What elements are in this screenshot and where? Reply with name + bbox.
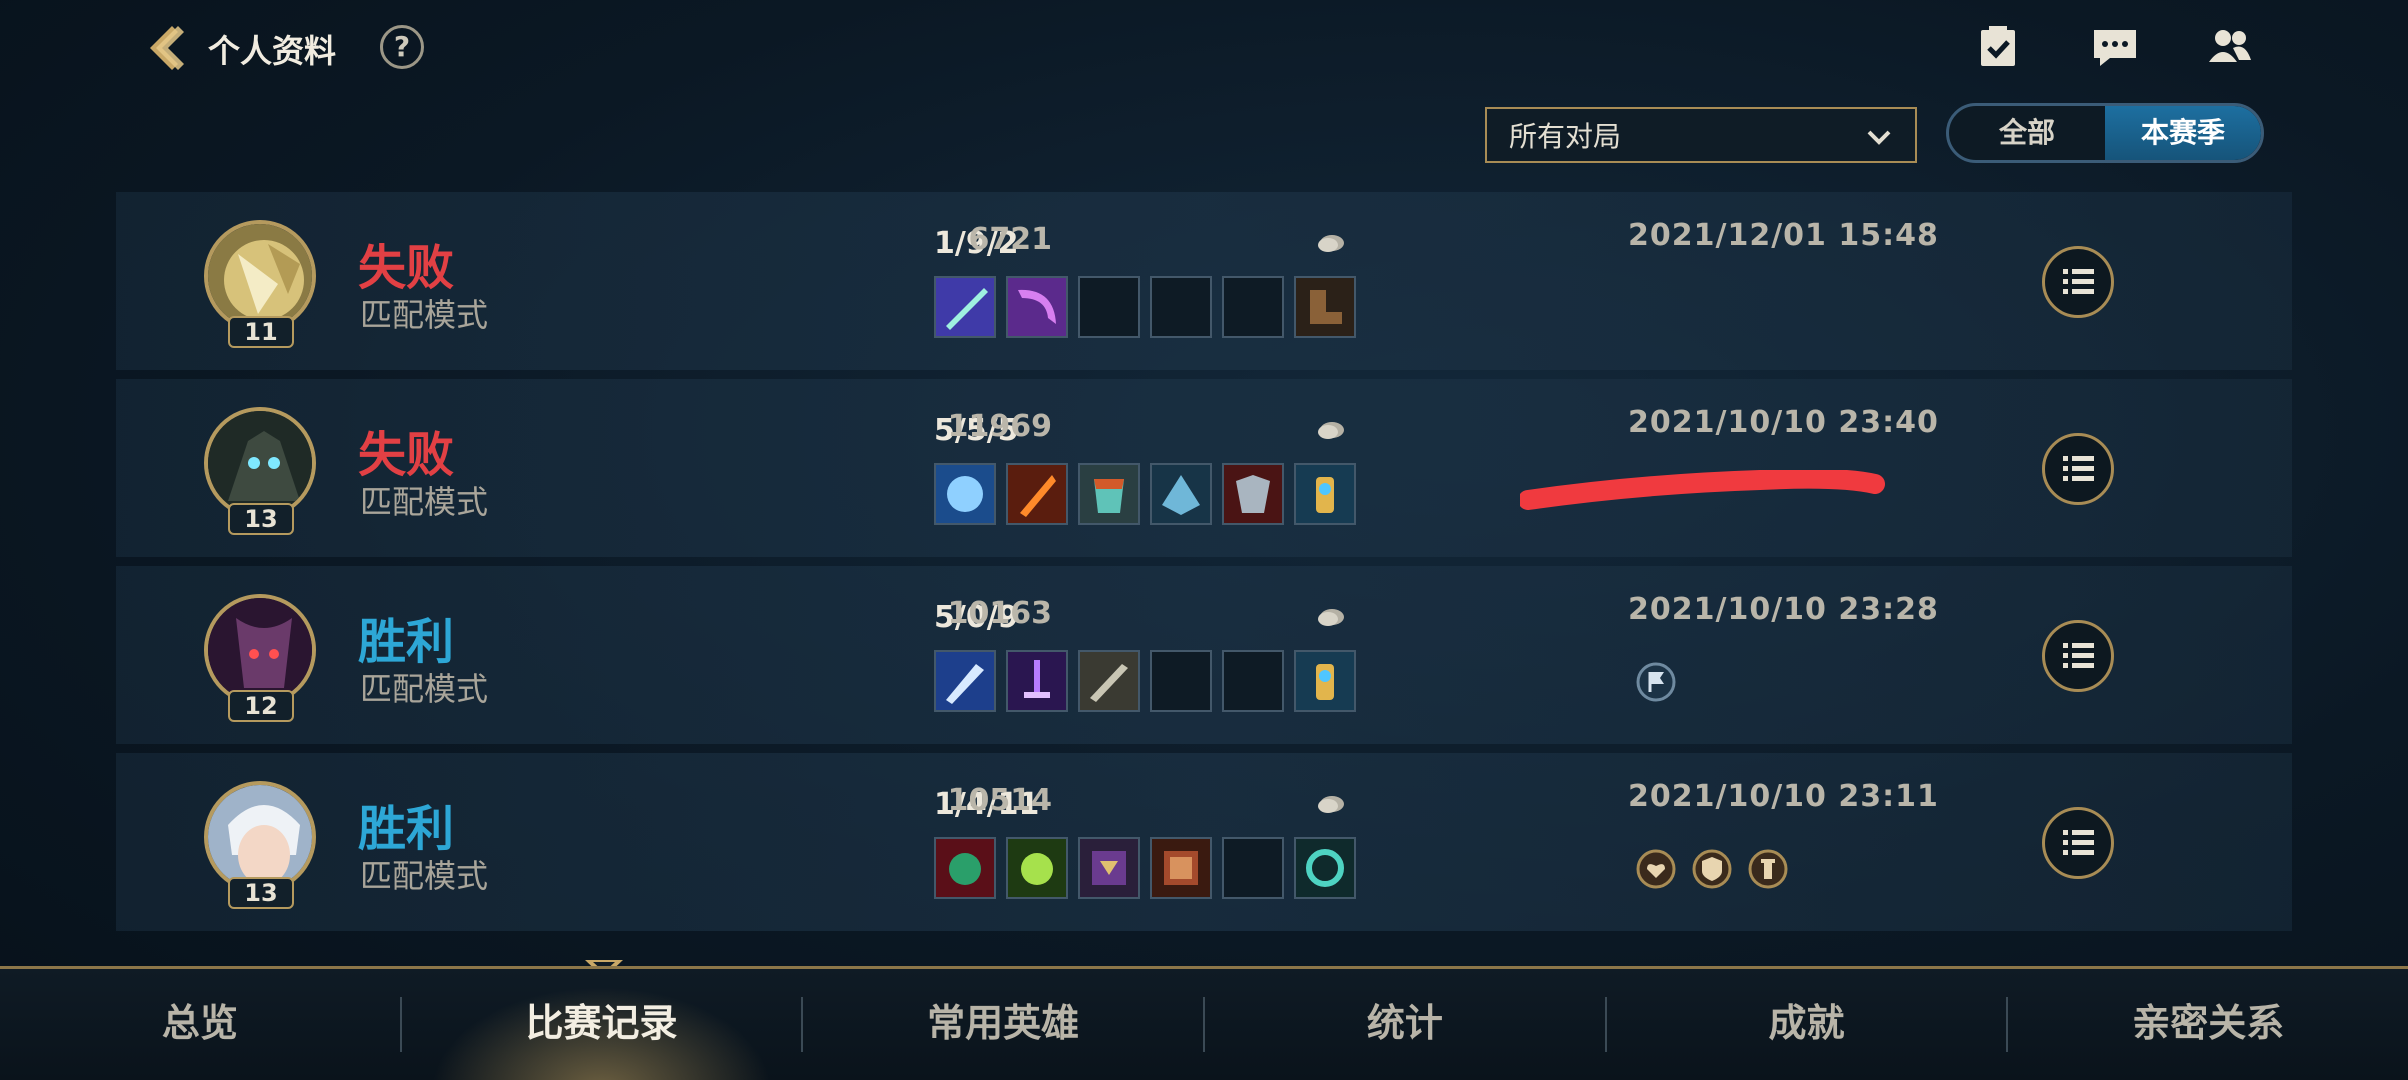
top-bar: 个人资料 ? bbox=[0, 0, 2408, 95]
tab-relationships[interactable]: 亲密关系 bbox=[2008, 969, 2408, 1080]
match-result: 失败 bbox=[358, 240, 455, 296]
match-detail-button[interactable] bbox=[2042, 433, 2114, 505]
match-row[interactable]: 13 失败 匹配模式 5/5/5 11969 2021/10/10 23:40 bbox=[116, 379, 2292, 557]
match-badges bbox=[1634, 660, 1678, 704]
champion-avatar: 12 bbox=[204, 594, 318, 722]
match-datetime: 2021/10/10 23:40 bbox=[1628, 405, 1939, 440]
match-row[interactable]: 12 胜利 匹配模式 5/0/9 10163 2021/10/10 23:28 bbox=[116, 566, 2292, 744]
empty-item-slot[interactable] bbox=[1150, 650, 1212, 712]
gold-coin-icon bbox=[1318, 609, 1344, 626]
empty-item-slot[interactable] bbox=[1222, 650, 1284, 712]
gold-coin-icon bbox=[1318, 796, 1344, 813]
item-boots-icon[interactable] bbox=[1294, 276, 1356, 338]
gold-coin-icon bbox=[1318, 235, 1344, 252]
champion-level: 13 bbox=[228, 503, 294, 535]
help-icon[interactable]: ? bbox=[380, 25, 424, 69]
item-demon-mask-icon[interactable] bbox=[934, 837, 996, 899]
heart-badge-icon bbox=[1636, 849, 1676, 889]
tab-champions[interactable]: 常用英雄 bbox=[803, 969, 1203, 1080]
shield-badge-icon bbox=[1692, 849, 1732, 889]
list-icon bbox=[2063, 643, 2094, 668]
chevron-down-icon bbox=[1867, 130, 1891, 145]
item-green-orb-icon[interactable] bbox=[1006, 837, 1068, 899]
season-all-option[interactable]: 全部 bbox=[1949, 106, 2105, 160]
item-crystal-blade-icon[interactable] bbox=[934, 650, 996, 712]
match-result: 胜利 bbox=[358, 801, 455, 857]
item-golden-trinket-icon[interactable] bbox=[1294, 650, 1356, 712]
back-arrow-icon[interactable] bbox=[138, 20, 194, 76]
item-build bbox=[934, 463, 1356, 525]
flag-badge-icon bbox=[1636, 662, 1676, 702]
gold-amount: 10514 bbox=[947, 783, 1052, 818]
list-icon bbox=[2063, 830, 2094, 855]
match-row[interactable]: 13 胜利 匹配模式 1/4/11 10514 2021/10/10 23:11 bbox=[116, 753, 2292, 931]
match-badges bbox=[1634, 847, 1790, 891]
match-filter-dropdown[interactable]: 所有对局 bbox=[1485, 107, 1917, 163]
item-blade-icon[interactable] bbox=[934, 276, 996, 338]
match-mode: 匹配模式 bbox=[360, 483, 489, 521]
match-mode: 匹配模式 bbox=[360, 857, 489, 895]
list-icon bbox=[2063, 456, 2094, 481]
item-build bbox=[934, 837, 1356, 899]
champion-level: 11 bbox=[228, 316, 294, 348]
champion-level: 12 bbox=[228, 690, 294, 722]
item-build bbox=[934, 650, 1356, 712]
red-scribble-mark bbox=[1520, 470, 1885, 510]
season-toggle: 全部 本赛季 bbox=[1946, 103, 2264, 163]
match-datetime: 2021/12/01 15:48 bbox=[1628, 218, 1939, 253]
match-result: 胜利 bbox=[358, 614, 455, 670]
match-filter-value: 所有对局 bbox=[1509, 120, 1622, 153]
item-void-sword-icon[interactable] bbox=[1006, 650, 1068, 712]
item-scale-armor-icon[interactable] bbox=[1078, 463, 1140, 525]
season-current-option[interactable]: 本赛季 bbox=[2105, 106, 2261, 160]
list-icon bbox=[2063, 269, 2094, 294]
item-purple-tome-icon[interactable] bbox=[1078, 837, 1140, 899]
empty-item-slot[interactable] bbox=[1150, 276, 1212, 338]
item-golden-trinket-icon[interactable] bbox=[1294, 463, 1356, 525]
tab-stats[interactable]: 统计 bbox=[1205, 969, 1605, 1080]
empty-item-slot[interactable] bbox=[1222, 837, 1284, 899]
item-flame-sword-icon[interactable] bbox=[1006, 463, 1068, 525]
empty-item-slot[interactable] bbox=[1222, 276, 1284, 338]
chat-icon[interactable] bbox=[2090, 24, 2140, 70]
champion-level: 13 bbox=[228, 877, 294, 909]
match-detail-button[interactable] bbox=[2042, 807, 2114, 879]
tab-match-history[interactable]: 比赛记录 bbox=[401, 969, 802, 1080]
match-mode: 匹配模式 bbox=[360, 670, 489, 708]
clipboard-check-icon[interactable] bbox=[1973, 24, 2023, 70]
match-datetime: 2021/10/10 23:11 bbox=[1628, 779, 1939, 814]
tower-badge-icon bbox=[1748, 849, 1788, 889]
item-scythe-icon[interactable] bbox=[1006, 276, 1068, 338]
item-build bbox=[934, 276, 1356, 338]
match-datetime: 2021/10/10 23:28 bbox=[1628, 592, 1939, 627]
match-detail-button[interactable] bbox=[2042, 620, 2114, 692]
champion-avatar: 11 bbox=[204, 220, 318, 348]
gold-amount: 10163 bbox=[947, 596, 1052, 631]
match-history-list: 11 失败 匹配模式 1/9/2 6721 2021/12/01 15:48 1… bbox=[116, 192, 2292, 940]
tab-overview[interactable]: 总览 bbox=[0, 969, 400, 1080]
champion-avatar: 13 bbox=[204, 407, 318, 535]
empty-item-slot[interactable] bbox=[1078, 276, 1140, 338]
page-title: 个人资料 bbox=[208, 32, 337, 70]
item-longsword-icon[interactable] bbox=[1078, 650, 1140, 712]
match-detail-button[interactable] bbox=[2042, 246, 2114, 318]
item-red-tome-icon[interactable] bbox=[1150, 837, 1212, 899]
match-result: 失败 bbox=[358, 427, 455, 483]
champion-avatar: 13 bbox=[204, 781, 318, 909]
item-spiral-ward-icon[interactable] bbox=[1294, 837, 1356, 899]
gold-amount: 11969 bbox=[947, 409, 1052, 444]
tab-achievements[interactable]: 成就 bbox=[1607, 969, 2007, 1080]
gold-amount: 6721 bbox=[968, 222, 1053, 257]
item-red-armor-icon[interactable] bbox=[1222, 463, 1284, 525]
bottom-tab-bar: 总览 比赛记录 常用英雄 统计 成就 亲密关系 bbox=[0, 966, 2408, 1080]
item-ice-helm-icon[interactable] bbox=[1150, 463, 1212, 525]
friends-icon[interactable] bbox=[2205, 24, 2255, 70]
match-row[interactable]: 11 失败 匹配模式 1/9/2 6721 2021/12/01 15:48 bbox=[116, 192, 2292, 370]
item-frost-gauntlet-icon[interactable] bbox=[934, 463, 996, 525]
gold-coin-icon bbox=[1318, 422, 1344, 439]
match-mode: 匹配模式 bbox=[360, 296, 489, 334]
